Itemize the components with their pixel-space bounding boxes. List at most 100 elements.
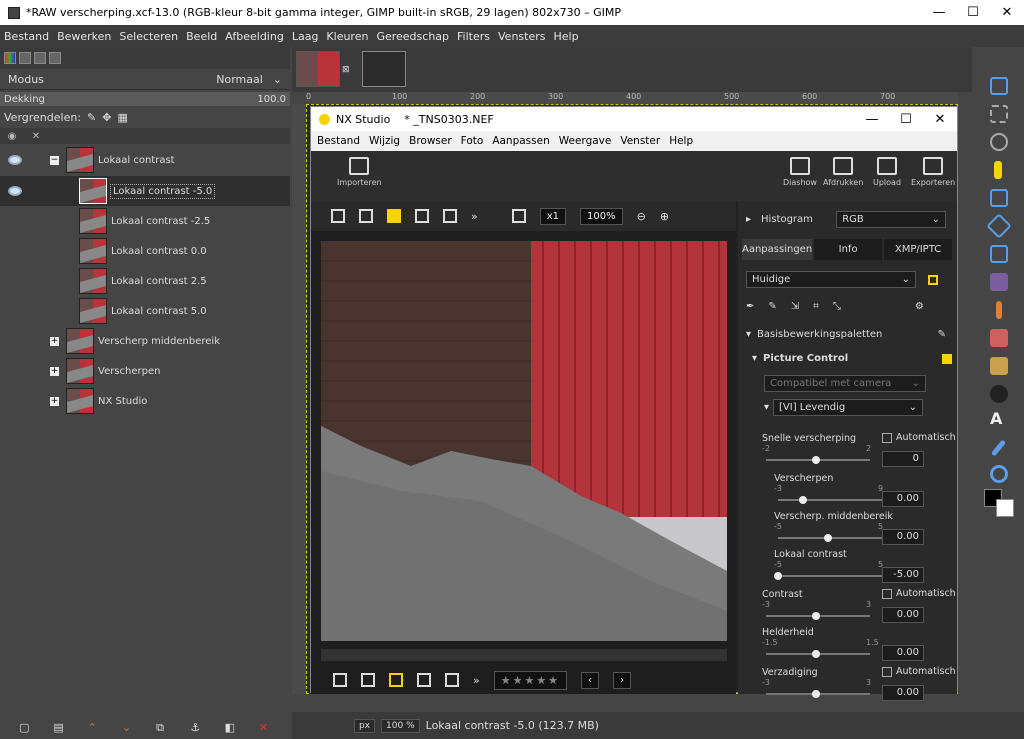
compat-select[interactable]: Compatibel met camera ⌄ <box>764 375 926 392</box>
picture-control-header[interactable]: ▾ Picture Control <box>752 353 952 364</box>
mask-icon[interactable]: ◧ <box>225 721 237 734</box>
slider-knob[interactable] <box>812 650 820 658</box>
nx-menu-browser[interactable]: Browser <box>409 135 452 147</box>
collapse-triangle-icon[interactable]: ▾ <box>752 353 757 364</box>
layer-item[interactable]: + Verscherpen <box>0 356 290 386</box>
crop-tool-icon[interactable] <box>990 189 1008 207</box>
slider-knob[interactable] <box>812 456 820 464</box>
slider-value[interactable]: 0.00 <box>882 607 924 623</box>
nx-menu-bestand[interactable]: Bestand <box>317 135 360 147</box>
nx-close-button[interactable]: ✕ <box>923 112 957 127</box>
multi-view-icon[interactable] <box>443 209 457 223</box>
zoom-tool-icon[interactable] <box>990 465 1008 483</box>
layer-item[interactable]: Lokaal contrast -2.5 <box>0 206 290 236</box>
slider-value[interactable]: 0.00 <box>882 645 924 661</box>
retouch-icon[interactable]: ✎ <box>768 301 776 312</box>
smudge-tool-icon[interactable] <box>990 385 1008 403</box>
histogram-mode-select[interactable]: RGB ⌄ <box>836 211 946 228</box>
bucket-tool-icon[interactable] <box>990 273 1008 291</box>
image-tab-thumbnail[interactable] <box>362 51 406 87</box>
histogram-row[interactable]: ▸ Histogram RGB ⌄ <box>746 211 946 228</box>
edit-icon[interactable]: ✎ <box>938 329 946 340</box>
table-icon[interactable] <box>417 673 431 687</box>
fuzzy-select-tool-icon[interactable] <box>994 161 1002 179</box>
slider-track[interactable] <box>766 612 870 620</box>
fit-icon[interactable] <box>511 209 526 223</box>
slider-track[interactable] <box>766 650 870 658</box>
menu-afbeelding[interactable]: Afbeelding <box>225 30 284 43</box>
duplicate-layer-icon[interactable]: ⧉ <box>156 721 168 734</box>
slider-track[interactable] <box>766 456 870 464</box>
zoom-percent-select[interactable]: 100% <box>580 207 623 225</box>
menu-gereedschap[interactable]: Gereedschap <box>376 30 449 43</box>
close-tab-icon[interactable]: ⊠ <box>342 65 350 75</box>
rating-stars[interactable]: ★★★★★ <box>493 670 568 690</box>
zoom-in-icon[interactable]: ⊕ <box>660 210 669 223</box>
grid-view-icon[interactable] <box>331 209 345 223</box>
next-image-button[interactable]: › <box>613 671 632 689</box>
slider-value[interactable]: 0 <box>882 451 924 467</box>
move-tool-icon[interactable] <box>990 77 1008 95</box>
menu-filters[interactable]: Filters <box>457 30 490 43</box>
zoom-out-icon[interactable]: ⊖ <box>637 210 646 223</box>
text-tool-icon[interactable]: A <box>990 409 1008 428</box>
layer-item[interactable]: + Verscherp middenbereik <box>0 326 290 356</box>
slider-track[interactable] <box>778 496 882 504</box>
previous-image-button[interactable]: ‹ <box>581 671 600 689</box>
crop-icon[interactable] <box>389 673 403 687</box>
nx-minimize-button[interactable]: — <box>855 112 889 127</box>
history-tab-icon[interactable] <box>34 52 46 64</box>
horizontal-scrollbar[interactable] <box>321 649 727 661</box>
delete-layer-icon[interactable]: ✕ <box>259 721 271 734</box>
warp-tool-icon[interactable] <box>990 245 1008 263</box>
menu-laag[interactable]: Laag <box>292 30 319 43</box>
slider-value[interactable]: 0.00 <box>882 529 924 545</box>
anchor-layer-icon[interactable]: ⚓ <box>190 721 202 734</box>
raise-layer-icon[interactable]: ⌃ <box>88 721 100 734</box>
slider-knob[interactable] <box>774 572 782 580</box>
paintbrush-tool-icon[interactable] <box>996 301 1002 319</box>
tab-xmp-iptc[interactable]: XMP/IPTC <box>884 239 952 260</box>
background-color[interactable] <box>996 499 1014 517</box>
stack-icon[interactable] <box>333 673 347 687</box>
slider-value[interactable]: 0.00 <box>882 685 924 701</box>
minimize-button[interactable]: — <box>922 5 956 20</box>
undo-tab-icon[interactable] <box>49 52 61 64</box>
color-picker-tool-icon[interactable] <box>990 439 1007 457</box>
expand-icon[interactable]: + <box>50 337 59 346</box>
picture-control-checkbox[interactable] <box>942 353 952 364</box>
layer-item[interactable]: + NX Studio <box>0 386 290 416</box>
slider-knob[interactable] <box>799 496 807 504</box>
picture-control-select[interactable]: [VI] Levendig ⌄ <box>773 399 924 416</box>
opacity-row[interactable]: Dekking 100.0 <box>0 92 290 106</box>
auto-checkbox[interactable]: Automatisch <box>882 432 956 443</box>
chevron-down-icon[interactable]: ⌄ <box>273 73 282 86</box>
rect-select-tool-icon[interactable] <box>990 105 1008 123</box>
eye-icon[interactable] <box>8 186 22 196</box>
menu-vensters[interactable]: Vensters <box>498 30 545 43</box>
expand-icon[interactable]: + <box>50 397 59 406</box>
eye-icon[interactable] <box>8 155 22 165</box>
straighten-icon[interactable]: ⇲ <box>791 301 799 312</box>
nx-menu-foto[interactable]: Foto <box>461 135 484 147</box>
export-button[interactable]: Exporteren <box>911 157 955 187</box>
slider-track[interactable] <box>766 690 870 698</box>
layer-item[interactable]: Lokaal contrast 2.5 <box>0 266 290 296</box>
maximize-button[interactable]: ☐ <box>956 5 990 20</box>
checkbox-box[interactable] <box>882 432 892 443</box>
settings-gear-icon[interactable]: ⚙ <box>915 301 924 312</box>
slider-knob[interactable] <box>812 690 820 698</box>
collapse-icon[interactable]: − <box>50 156 59 165</box>
menu-beeld[interactable]: Beeld <box>186 30 217 43</box>
tab-info[interactable]: Info <box>814 239 883 260</box>
zoom-select[interactable]: 100 % <box>381 718 420 733</box>
nx-menu-venster[interactable]: Venster <box>620 135 660 147</box>
stack-expand-icon[interactable] <box>361 673 375 687</box>
paths-tab-icon[interactable] <box>19 52 31 64</box>
compare-view-icon[interactable] <box>415 209 429 223</box>
layer-item[interactable]: − Lokaal contrast <box>0 145 290 175</box>
list-view-icon[interactable] <box>359 209 373 223</box>
auto-checkbox[interactable]: Automatisch <box>882 588 956 599</box>
new-group-icon[interactable]: ▤ <box>53 721 65 734</box>
zoom-x1-button[interactable]: x1 <box>539 207 567 225</box>
